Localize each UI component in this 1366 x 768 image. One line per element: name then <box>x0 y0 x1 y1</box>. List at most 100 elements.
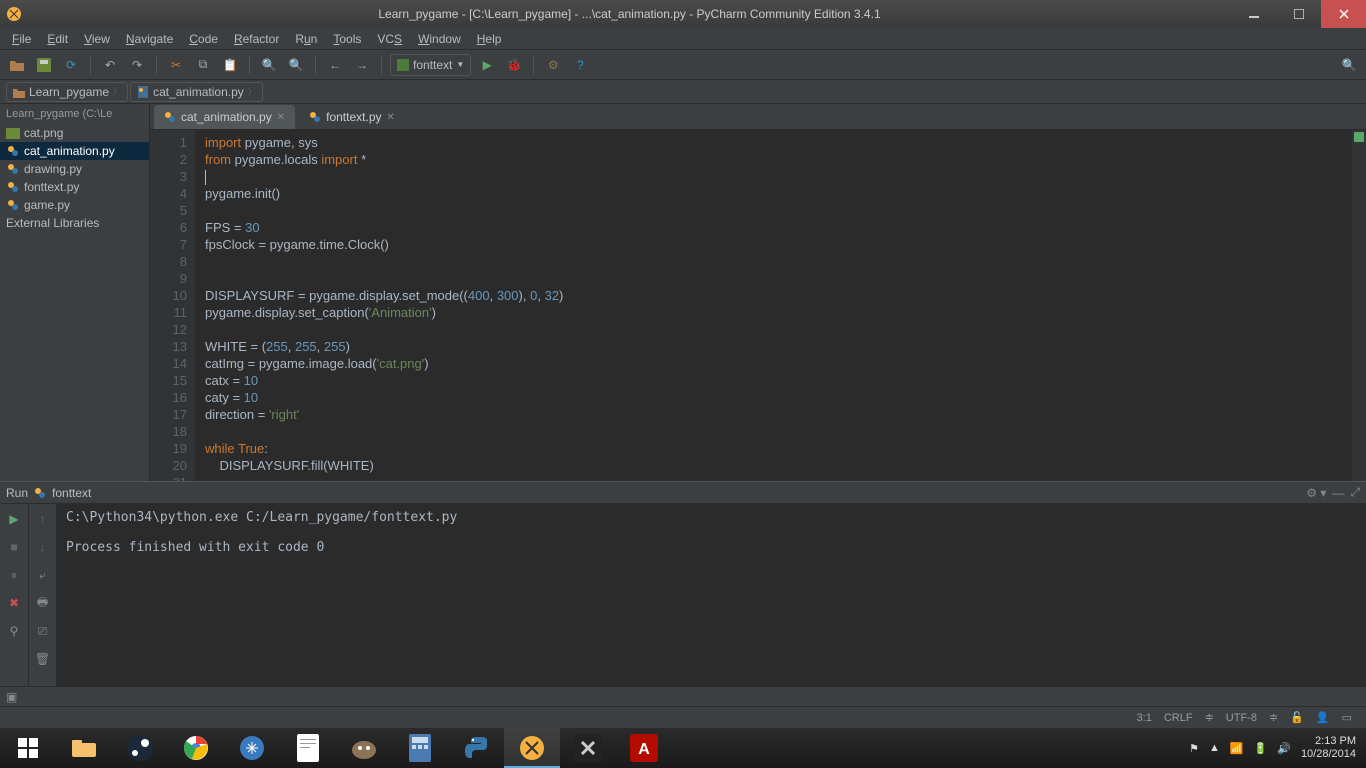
copy-icon[interactable]: ⧉ <box>192 54 214 76</box>
encoding[interactable]: UTF-8 <box>1220 712 1263 724</box>
close-tab-icon[interactable]: ✕ <box>387 112 395 123</box>
menu-window[interactable]: Window <box>410 30 469 48</box>
volume-icon[interactable]: 🔊 <box>1277 742 1291 755</box>
run-config-label: fonttext <box>413 58 452 72</box>
minimize-panel-icon[interactable]: — <box>1332 486 1344 500</box>
menu-help[interactable]: Help <box>469 30 510 48</box>
menu-run[interactable]: Run <box>287 30 325 48</box>
find-icon[interactable]: 🔍 <box>258 54 280 76</box>
print-icon[interactable]: 🖶 <box>32 592 54 614</box>
menu-edit[interactable]: Edit <box>39 30 76 48</box>
run-icon[interactable]: ▶ <box>476 54 498 76</box>
paste-icon[interactable]: 📋 <box>219 54 241 76</box>
clock[interactable]: 2:13 PM 10/28/2014 <box>1301 735 1356 761</box>
chrome-icon[interactable] <box>168 728 224 768</box>
explorer-icon[interactable] <box>56 728 112 768</box>
network-icon[interactable]: 📶 <box>1230 742 1244 755</box>
action-center-icon[interactable]: ⚑ <box>1189 742 1199 755</box>
pause-icon[interactable]: ⏸ <box>3 564 25 586</box>
memory-icon[interactable]: ▭ <box>1336 711 1358 724</box>
app-icon-blue[interactable] <box>224 728 280 768</box>
run-output[interactable]: C:\Python34\python.exe C:/Learn_pygame/f… <box>56 504 1366 686</box>
close-button[interactable] <box>1321 0 1366 28</box>
debug-icon[interactable]: 🐞 <box>503 54 525 76</box>
menu-navigate[interactable]: Navigate <box>118 30 181 48</box>
rerun-icon[interactable]: ▶ <box>3 508 25 530</box>
sync-icon[interactable]: ⟳ <box>60 54 82 76</box>
clear-icon[interactable]: ⎚ <box>32 620 54 642</box>
code-content[interactable]: import pygame, sysfrom pygame.locals imp… <box>195 130 1366 481</box>
project-file[interactable]: drawing.py <box>0 160 149 178</box>
run-config-name: fonttext <box>52 486 91 500</box>
python-icon <box>309 111 321 123</box>
project-file[interactable]: game.py <box>0 196 149 214</box>
close-run-icon[interactable]: ✖ <box>3 592 25 614</box>
forward-icon[interactable]: → <box>351 54 373 76</box>
settings-icon[interactable]: ⚙ <box>542 54 564 76</box>
python-icon <box>164 111 176 123</box>
project-file[interactable]: cat_animation.py <box>0 142 149 160</box>
editor-tab[interactable]: fonttext.py✕ <box>299 105 405 129</box>
lock-icon[interactable]: 🔓 <box>1284 711 1310 724</box>
open-icon[interactable] <box>6 54 28 76</box>
hector-icon[interactable]: 👤 <box>1310 711 1336 724</box>
project-file[interactable]: cat.png <box>0 124 149 142</box>
tool-window-bar: ▣ <box>0 686 1366 706</box>
menu-refactor[interactable]: Refactor <box>226 30 287 48</box>
project-root[interactable]: Learn_pygame (C:\Le <box>0 104 149 124</box>
app-icon-cross[interactable] <box>560 728 616 768</box>
menu-view[interactable]: View <box>76 30 118 48</box>
breadcrumb-project[interactable]: Learn_pygame 〉 <box>6 82 128 102</box>
start-button[interactable] <box>0 728 56 768</box>
back-icon[interactable]: ← <box>324 54 346 76</box>
cut-icon[interactable]: ✂ <box>165 54 187 76</box>
menu-tools[interactable]: Tools <box>325 30 369 48</box>
separator <box>315 56 316 74</box>
minimize-button[interactable] <box>1231 0 1276 28</box>
external-libraries[interactable]: External Libraries <box>0 214 149 232</box>
menu-file[interactable]: File <box>4 30 39 48</box>
down-icon[interactable]: ↓ <box>32 536 54 558</box>
scrollbar[interactable] <box>1352 130 1366 481</box>
tool-window-toggle-icon[interactable]: ▣ <box>6 690 17 704</box>
close-tab-icon[interactable]: ✕ <box>277 112 285 123</box>
python-icon[interactable] <box>448 728 504 768</box>
redo-icon[interactable]: ↷ <box>126 54 148 76</box>
search-everywhere-icon[interactable]: 🔍 <box>1338 54 1360 76</box>
app-icon <box>6 6 22 22</box>
run-config-selector[interactable]: fonttext ▼ <box>390 54 471 76</box>
cursor-position[interactable]: 3:1 <box>1131 712 1158 724</box>
replace-icon[interactable]: 🔍 <box>285 54 307 76</box>
main-area: Learn_pygame (C:\Le cat.pngcat_animation… <box>0 104 1366 481</box>
project-file[interactable]: fonttext.py <box>0 178 149 196</box>
help-icon[interactable]: ? <box>569 54 591 76</box>
stop-icon[interactable]: ■ <box>3 536 25 558</box>
line-ending[interactable]: CRLF <box>1158 712 1199 724</box>
pycharm-taskbar-icon[interactable] <box>504 728 560 768</box>
steam-icon[interactable] <box>112 728 168 768</box>
notepad-icon[interactable] <box>280 728 336 768</box>
hide-panel-icon[interactable]: ⤢ <box>1350 485 1360 500</box>
toolbar: ⟳ ↶ ↷ ✂ ⧉ 📋 🔍 🔍 ← → fonttext ▼ ▶ 🐞 ⚙ ? 🔍 <box>0 50 1366 80</box>
code-area[interactable]: 1234567891011121314151617181920212223 im… <box>150 130 1366 481</box>
adobe-reader-icon[interactable]: A <box>616 728 672 768</box>
tab-label: cat_animation.py <box>181 110 272 124</box>
wrap-icon[interactable]: ⤶ <box>32 564 54 586</box>
maximize-button[interactable] <box>1276 0 1321 28</box>
file-icon <box>6 162 20 176</box>
pin-icon[interactable]: ⚲ <box>3 620 25 642</box>
file-icon <box>6 198 20 212</box>
editor-tab[interactable]: cat_animation.py ✕ <box>154 105 295 129</box>
menu-code[interactable]: Code <box>181 30 226 48</box>
calculator-icon[interactable] <box>392 728 448 768</box>
tray-overflow-icon[interactable]: ▲ <box>1209 742 1220 754</box>
trash-icon[interactable]: 🗑 <box>32 648 54 670</box>
save-icon[interactable] <box>33 54 55 76</box>
up-icon[interactable]: ↑ <box>32 508 54 530</box>
battery-icon[interactable]: 🔋 <box>1254 742 1268 755</box>
undo-icon[interactable]: ↶ <box>99 54 121 76</box>
breadcrumb-file[interactable]: cat_animation.py 〉 <box>130 82 263 102</box>
gear-icon[interactable]: ⚙ ▾ <box>1306 486 1326 500</box>
gimp-icon[interactable] <box>336 728 392 768</box>
menu-vcs[interactable]: VCS <box>369 30 410 48</box>
